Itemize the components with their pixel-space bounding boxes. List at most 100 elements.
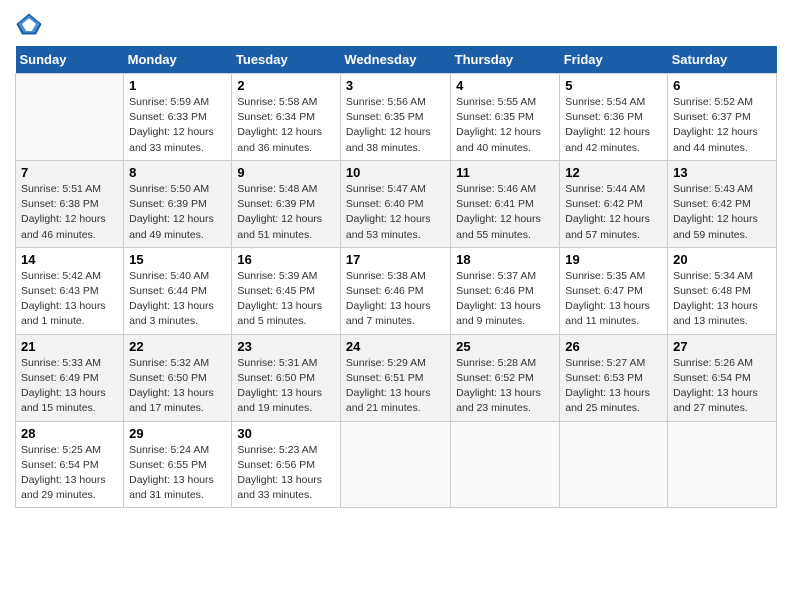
calendar-cell bbox=[451, 421, 560, 508]
day-info: Sunrise: 5:34 AMSunset: 6:48 PMDaylight:… bbox=[673, 269, 771, 330]
header-day-monday: Monday bbox=[124, 46, 232, 74]
week-row-3: 14 Sunrise: 5:42 AMSunset: 6:43 PMDayligh… bbox=[16, 247, 777, 334]
day-info: Sunrise: 5:46 AMSunset: 6:41 PMDaylight:… bbox=[456, 182, 554, 243]
day-info: Sunrise: 5:47 AMSunset: 6:40 PMDaylight:… bbox=[346, 182, 445, 243]
day-info: Sunrise: 5:42 AMSunset: 6:43 PMDaylight:… bbox=[21, 269, 118, 330]
page-header bbox=[15, 10, 777, 38]
calendar-cell: 16 Sunrise: 5:39 AMSunset: 6:45 PMDayligh… bbox=[232, 247, 341, 334]
day-number: 14 bbox=[21, 252, 118, 267]
day-info: Sunrise: 5:38 AMSunset: 6:46 PMDaylight:… bbox=[346, 269, 445, 330]
calendar-cell: 18Sunrise: 5:37 AMSunset: 6:46 PMDayligh… bbox=[451, 247, 560, 334]
day-number: 30 bbox=[237, 426, 335, 441]
calendar-cell bbox=[560, 421, 668, 508]
calendar-cell: 21 Sunrise: 5:33 AMSunset: 6:49 PMDayligh… bbox=[16, 334, 124, 421]
day-info: Sunrise: 5:40 AMSunset: 6:44 PMDaylight:… bbox=[129, 269, 226, 330]
logo-icon bbox=[15, 10, 43, 38]
week-row-1: 1Sunrise: 5:59 AMSunset: 6:33 PMDaylight… bbox=[16, 74, 777, 161]
day-info: Sunrise: 5:31 AMSunset: 6:50 PMDaylight:… bbox=[237, 356, 335, 417]
logo bbox=[15, 10, 45, 38]
calendar-cell: 27 Sunrise: 5:26 AMSunset: 6:54 PMDayligh… bbox=[668, 334, 777, 421]
day-number: 11 bbox=[456, 165, 554, 180]
day-number: 19 bbox=[565, 252, 662, 267]
day-number: 3 bbox=[346, 78, 445, 93]
day-info: Sunrise: 5:58 AMSunset: 6:34 PMDaylight:… bbox=[237, 95, 335, 156]
day-info: Sunrise: 5:55 AMSunset: 6:35 PMDaylight:… bbox=[456, 95, 554, 156]
day-info: Sunrise: 5:32 AMSunset: 6:50 PMDaylight:… bbox=[129, 356, 226, 417]
calendar-cell: 13 Sunrise: 5:43 AMSunset: 6:42 PMDayligh… bbox=[668, 160, 777, 247]
day-number: 13 bbox=[673, 165, 771, 180]
day-number: 22 bbox=[129, 339, 226, 354]
calendar-cell: 4 Sunrise: 5:55 AMSunset: 6:35 PMDaylight… bbox=[451, 74, 560, 161]
day-number: 10 bbox=[346, 165, 445, 180]
calendar-cell: 22 Sunrise: 5:32 AMSunset: 6:50 PMDayligh… bbox=[124, 334, 232, 421]
week-row-4: 21 Sunrise: 5:33 AMSunset: 6:49 PMDayligh… bbox=[16, 334, 777, 421]
day-info: Sunrise: 5:50 AMSunset: 6:39 PMDaylight:… bbox=[129, 182, 226, 243]
day-info: Sunrise: 5:24 AMSunset: 6:55 PMDaylight:… bbox=[129, 443, 226, 504]
calendar-cell: 11 Sunrise: 5:46 AMSunset: 6:41 PMDayligh… bbox=[451, 160, 560, 247]
calendar-cell bbox=[340, 421, 450, 508]
calendar-cell: 29Sunrise: 5:24 AMSunset: 6:55 PMDayligh… bbox=[124, 421, 232, 508]
day-info: Sunrise: 5:23 AMSunset: 6:56 PMDaylight:… bbox=[237, 443, 335, 504]
day-number: 17 bbox=[346, 252, 445, 267]
day-number: 27 bbox=[673, 339, 771, 354]
calendar-cell: 3Sunrise: 5:56 AMSunset: 6:35 PMDaylight… bbox=[340, 74, 450, 161]
calendar-cell bbox=[668, 421, 777, 508]
calendar-cell: 24Sunrise: 5:29 AMSunset: 6:51 PMDayligh… bbox=[340, 334, 450, 421]
calendar-cell: 1Sunrise: 5:59 AMSunset: 6:33 PMDaylight… bbox=[124, 74, 232, 161]
header-day-friday: Friday bbox=[560, 46, 668, 74]
header-day-tuesday: Tuesday bbox=[232, 46, 341, 74]
day-number: 2 bbox=[237, 78, 335, 93]
calendar-cell: 7Sunrise: 5:51 AMSunset: 6:38 PMDaylight… bbox=[16, 160, 124, 247]
calendar-cell: 6 Sunrise: 5:52 AMSunset: 6:37 PMDaylight… bbox=[668, 74, 777, 161]
day-number: 7 bbox=[21, 165, 118, 180]
header-day-sunday: Sunday bbox=[16, 46, 124, 74]
day-number: 8 bbox=[129, 165, 226, 180]
week-row-5: 28 Sunrise: 5:25 AMSunset: 6:54 PMDayligh… bbox=[16, 421, 777, 508]
day-number: 28 bbox=[21, 426, 118, 441]
day-info: Sunrise: 5:27 AMSunset: 6:53 PMDaylight:… bbox=[565, 356, 662, 417]
calendar-cell: 5 Sunrise: 5:54 AMSunset: 6:36 PMDaylight… bbox=[560, 74, 668, 161]
calendar-cell: 30 Sunrise: 5:23 AMSunset: 6:56 PMDayligh… bbox=[232, 421, 341, 508]
header-day-thursday: Thursday bbox=[451, 46, 560, 74]
calendar-cell bbox=[16, 74, 124, 161]
calendar-cell: 17 Sunrise: 5:38 AMSunset: 6:46 PMDayligh… bbox=[340, 247, 450, 334]
calendar-cell: 10 Sunrise: 5:47 AMSunset: 6:40 PMDayligh… bbox=[340, 160, 450, 247]
day-info: Sunrise: 5:52 AMSunset: 6:37 PMDaylight:… bbox=[673, 95, 771, 156]
day-number: 5 bbox=[565, 78, 662, 93]
day-number: 9 bbox=[237, 165, 335, 180]
day-number: 12 bbox=[565, 165, 662, 180]
day-number: 15 bbox=[129, 252, 226, 267]
day-info: Sunrise: 5:25 AMSunset: 6:54 PMDaylight:… bbox=[21, 443, 118, 504]
calendar-cell: 8 Sunrise: 5:50 AMSunset: 6:39 PMDaylight… bbox=[124, 160, 232, 247]
day-number: 23 bbox=[237, 339, 335, 354]
day-number: 6 bbox=[673, 78, 771, 93]
day-number: 21 bbox=[21, 339, 118, 354]
day-info: Sunrise: 5:43 AMSunset: 6:42 PMDaylight:… bbox=[673, 182, 771, 243]
day-info: Sunrise: 5:35 AMSunset: 6:47 PMDaylight:… bbox=[565, 269, 662, 330]
calendar-cell: 28 Sunrise: 5:25 AMSunset: 6:54 PMDayligh… bbox=[16, 421, 124, 508]
calendar-cell: 9 Sunrise: 5:48 AMSunset: 6:39 PMDaylight… bbox=[232, 160, 341, 247]
day-number: 25 bbox=[456, 339, 554, 354]
calendar-cell: 23 Sunrise: 5:31 AMSunset: 6:50 PMDayligh… bbox=[232, 334, 341, 421]
calendar-header: SundayMondayTuesdayWednesdayThursdayFrid… bbox=[16, 46, 777, 74]
day-info: Sunrise: 5:48 AMSunset: 6:39 PMDaylight:… bbox=[237, 182, 335, 243]
calendar-cell: 26Sunrise: 5:27 AMSunset: 6:53 PMDayligh… bbox=[560, 334, 668, 421]
day-info: Sunrise: 5:33 AMSunset: 6:49 PMDaylight:… bbox=[21, 356, 118, 417]
day-number: 20 bbox=[673, 252, 771, 267]
calendar-cell: 20 Sunrise: 5:34 AMSunset: 6:48 PMDayligh… bbox=[668, 247, 777, 334]
header-row: SundayMondayTuesdayWednesdayThursdayFrid… bbox=[16, 46, 777, 74]
calendar-cell: 14 Sunrise: 5:42 AMSunset: 6:43 PMDayligh… bbox=[16, 247, 124, 334]
day-info: Sunrise: 5:29 AMSunset: 6:51 PMDaylight:… bbox=[346, 356, 445, 417]
header-day-wednesday: Wednesday bbox=[340, 46, 450, 74]
calendar-cell: 2 Sunrise: 5:58 AMSunset: 6:34 PMDaylight… bbox=[232, 74, 341, 161]
day-info: Sunrise: 5:39 AMSunset: 6:45 PMDaylight:… bbox=[237, 269, 335, 330]
calendar-cell: 25Sunrise: 5:28 AMSunset: 6:52 PMDayligh… bbox=[451, 334, 560, 421]
day-number: 1 bbox=[129, 78, 226, 93]
day-number: 4 bbox=[456, 78, 554, 93]
day-info: Sunrise: 5:44 AMSunset: 6:42 PMDaylight:… bbox=[565, 182, 662, 243]
day-number: 16 bbox=[237, 252, 335, 267]
calendar-cell: 19 Sunrise: 5:35 AMSunset: 6:47 PMDayligh… bbox=[560, 247, 668, 334]
day-info: Sunrise: 5:54 AMSunset: 6:36 PMDaylight:… bbox=[565, 95, 662, 156]
day-info: Sunrise: 5:26 AMSunset: 6:54 PMDaylight:… bbox=[673, 356, 771, 417]
calendar-cell: 15 Sunrise: 5:40 AMSunset: 6:44 PMDayligh… bbox=[124, 247, 232, 334]
